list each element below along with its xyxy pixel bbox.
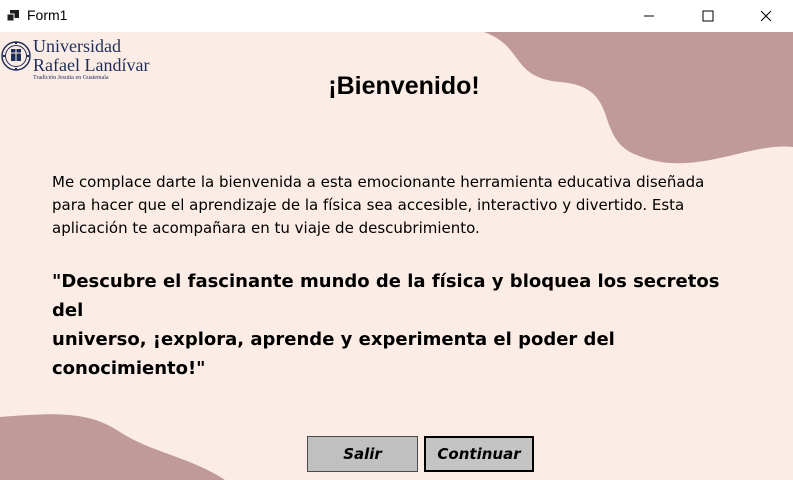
intro-line: aplicación te acompañara en tu viaje de … xyxy=(52,219,480,237)
quote-line: universo, ¡explora, aprende y experiment… xyxy=(52,329,615,379)
logo-university-name: Universidad xyxy=(33,36,121,56)
welcome-heading: ¡Bienvenido! xyxy=(328,72,480,100)
motivational-quote: "Descubre el fascinante mundo de la físi… xyxy=(52,267,752,383)
close-button[interactable] xyxy=(737,0,793,32)
intro-line: Me complace darte la bienvenida a esta e… xyxy=(52,173,705,191)
minimize-icon xyxy=(644,15,654,17)
maximize-button[interactable] xyxy=(679,0,737,32)
window-title: Form1 xyxy=(27,7,68,23)
quote-line: "Descubre el fascinante mundo de la físi… xyxy=(52,271,720,321)
minimize-button[interactable] xyxy=(620,0,678,32)
intro-paragraph: Me complace darte la bienvenida a esta e… xyxy=(52,171,742,240)
title-bar[interactable]: Form1 xyxy=(0,0,793,32)
intro-line: para hacer que el aprendizaje de la físi… xyxy=(52,196,685,214)
maximize-icon xyxy=(702,10,714,22)
continue-button[interactable]: Continuar xyxy=(424,436,534,472)
close-icon xyxy=(760,10,772,22)
university-seal-icon xyxy=(1,41,31,71)
form-window: Form1 Universidad Rafael Landívar Tradic… xyxy=(0,0,793,480)
exit-button[interactable]: Salir xyxy=(307,436,418,472)
app-icon xyxy=(6,10,19,22)
bottom-left-blob xyxy=(0,414,225,480)
form-client-area: Universidad Rafael Landívar Tradición Je… xyxy=(0,32,793,480)
